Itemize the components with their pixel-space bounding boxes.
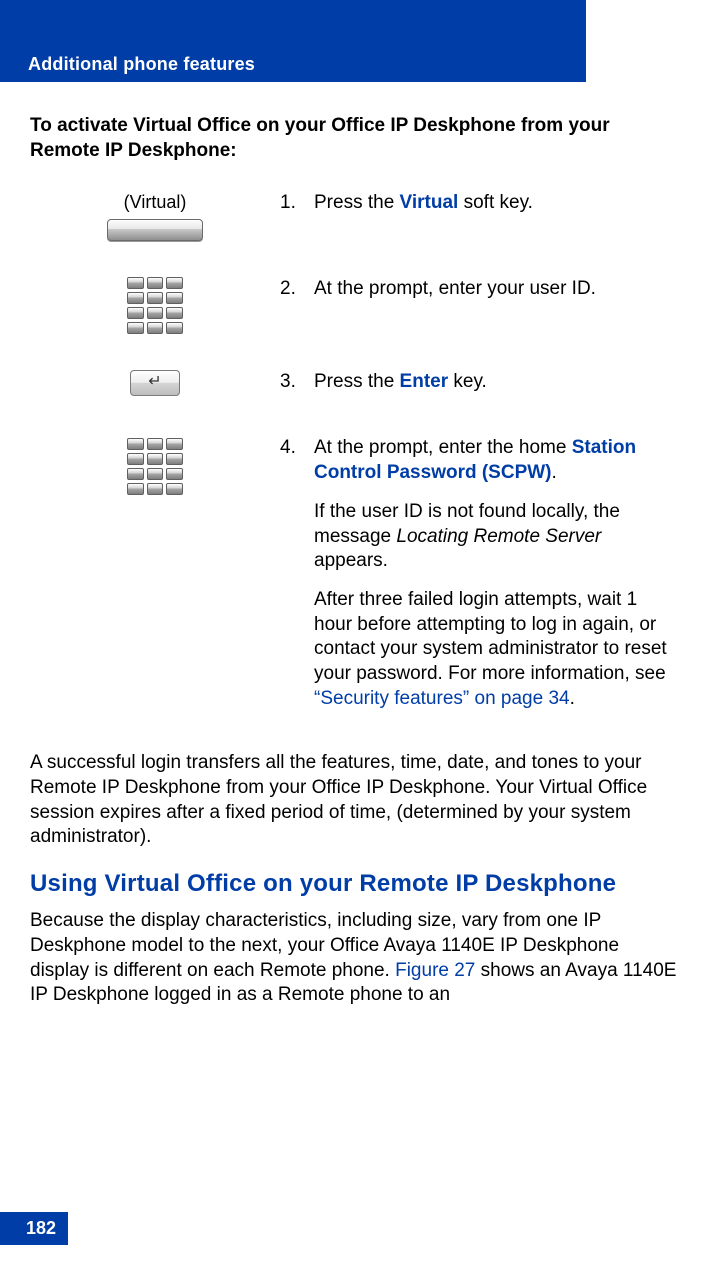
security-features-link[interactable]: “Security features” on page 34 [314,688,570,709]
intro-heading: To activate Virtual Office on your Offic… [30,114,678,163]
step-2-number: 2. [280,277,314,334]
step-3-text: 3. Press the Enter key. [280,370,678,409]
step-3-illustration: ↵ [30,370,280,409]
virtual-link: Virtual [400,192,459,213]
step-4-post: . [552,462,557,483]
step-2-text: 2. At the prompt, enter your user ID. [280,277,678,334]
step-4-illustration [30,436,280,725]
step-row-4: 4. At the prompt, enter the home Station… [30,436,678,725]
step-2-illustration [30,277,280,334]
step-1-body: Press the Virtual soft key. [314,191,678,240]
enter-link: Enter [400,371,449,392]
step-row-2: 2. At the prompt, enter your user ID. [30,277,678,334]
section-heading: Using Virtual Office on your Remote IP D… [30,868,678,899]
step-3-number: 3. [280,370,314,409]
step-1-post: soft key. [458,192,533,213]
step-4-p3-post: . [570,688,575,709]
step-4-p2-post: appears. [314,550,388,571]
step-row-3: ↵ 3. Press the Enter key. [30,370,678,409]
virtual-label: (Virtual) [124,191,187,214]
header-title: Additional phone features [28,53,255,76]
step-1-number: 1. [280,191,314,240]
step-3-post: key. [448,371,487,392]
page-content: To activate Virtual Office on your Offic… [0,82,708,1008]
body-paragraph: A successful login transfers all the fea… [30,751,678,850]
softkey-icon [107,219,203,241]
top-accent-bar [0,0,586,48]
step-3-pre: Press the [314,371,400,392]
step-4-p3-pre: After three failed login attempts, wait … [314,589,667,684]
figure-27-link[interactable]: Figure 27 [395,960,475,981]
keypad-icon [127,277,183,334]
keypad-icon-2 [127,438,183,495]
step-row-1: (Virtual) 1. Press the Virtual soft key. [30,191,678,240]
page-number: 182 [0,1212,68,1245]
step-3-body: Press the Enter key. [314,370,678,409]
step-4-pre: At the prompt, enter the home [314,437,572,458]
step-4-text: 4. At the prompt, enter the home Station… [280,436,678,725]
enter-key-icon: ↵ [130,370,180,396]
step-4-number: 4. [280,436,314,725]
step-1-pre: Press the [314,192,400,213]
step-1-text: 1. Press the Virtual soft key. [280,191,678,240]
step-1-illustration: (Virtual) [30,191,280,240]
section-paragraph: Because the display characteristics, inc… [30,909,678,1008]
locating-message: Locating Remote Server [396,526,601,547]
step-4-body: At the prompt, enter the home Station Co… [314,436,678,725]
step-2-content: At the prompt, enter your user ID. [314,277,678,302]
step-2-body: At the prompt, enter your user ID. [314,277,678,334]
header-band: Additional phone features [0,48,586,82]
